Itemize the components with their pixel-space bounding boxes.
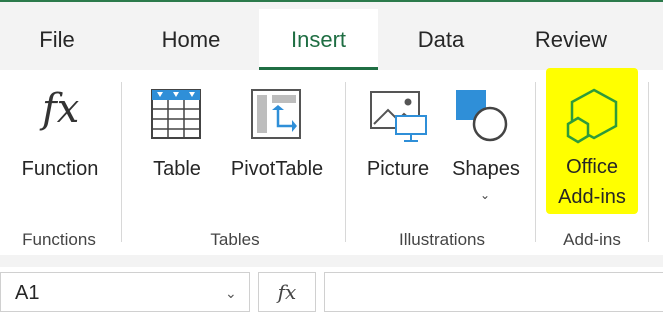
shapes-button[interactable]: Shapes ⌄ bbox=[444, 82, 528, 212]
office-addins-label-line1: Office bbox=[566, 156, 618, 178]
table-icon bbox=[151, 89, 201, 139]
group-separator bbox=[121, 82, 122, 242]
formula-input[interactable] bbox=[324, 272, 663, 312]
hexagon-icon bbox=[566, 88, 618, 144]
pivottable-icon bbox=[251, 89, 301, 139]
office-addins-label-line2: Add-ins bbox=[558, 186, 626, 208]
group-label-illustrations: Illustrations bbox=[399, 230, 485, 249]
group-label-functions: Functions bbox=[22, 230, 96, 249]
ribbon-bottom-strip bbox=[0, 255, 663, 267]
table-button-label: Table bbox=[153, 158, 201, 180]
tab-data[interactable]: Data bbox=[398, 9, 484, 70]
insert-function-button[interactable]: fx bbox=[258, 272, 316, 312]
name-box[interactable]: A1 ⌄ bbox=[0, 272, 250, 312]
pivottable-button-label: PivotTable bbox=[230, 158, 324, 180]
picture-icon bbox=[370, 91, 427, 142]
tab-home[interactable]: Home bbox=[136, 9, 246, 70]
tab-review[interactable]: Review bbox=[513, 9, 629, 70]
tab-insert[interactable]: Insert bbox=[259, 9, 378, 70]
chevron-down-icon[interactable]: ⌄ bbox=[225, 285, 237, 302]
tab-file[interactable]: File bbox=[14, 9, 100, 70]
function-button-label: Function bbox=[21, 158, 99, 180]
shapes-icon bbox=[456, 90, 508, 142]
shapes-button-label: Shapes bbox=[452, 158, 520, 180]
function-button[interactable]: fx Function bbox=[8, 82, 112, 212]
pivottable-button[interactable]: PivotTable bbox=[220, 82, 334, 212]
group-separator bbox=[535, 82, 536, 242]
table-button[interactable]: Table bbox=[140, 82, 214, 212]
group-separator bbox=[345, 82, 346, 242]
group-label-addins: Add-ins bbox=[563, 230, 621, 249]
picture-button-label: Picture bbox=[366, 158, 430, 180]
window-top-edge bbox=[0, 0, 663, 9]
name-box-value: A1 bbox=[15, 282, 40, 304]
fx-icon: fx bbox=[42, 86, 80, 132]
office-addins-button[interactable]: Office Add-ins bbox=[546, 82, 638, 212]
picture-button[interactable]: Picture bbox=[356, 82, 440, 212]
group-label-tables: Tables bbox=[210, 230, 260, 249]
group-separator bbox=[648, 82, 649, 242]
chevron-down-icon[interactable]: ⌄ bbox=[480, 188, 490, 202]
